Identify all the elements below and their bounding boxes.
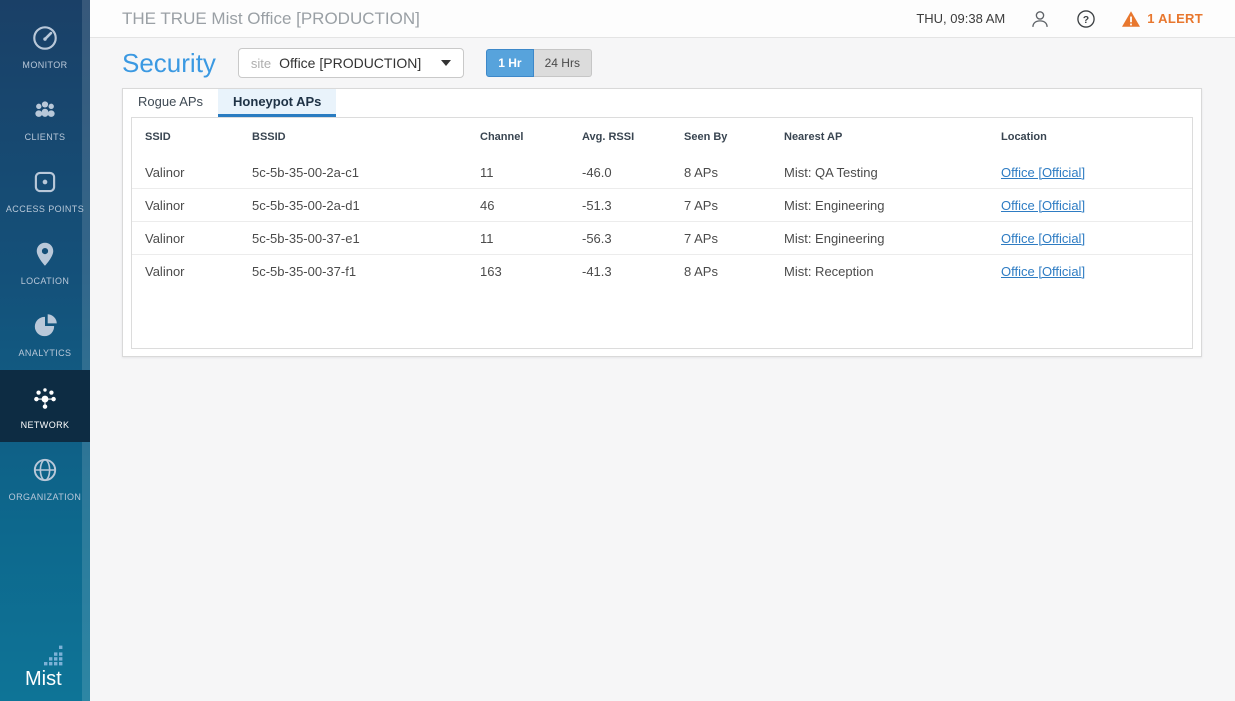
time-range-toggle: 1 Hr24 Hrs: [486, 49, 592, 77]
cell-seen_by: 7 APs: [684, 231, 784, 246]
cell-location: Office [Official]: [1001, 264, 1192, 279]
cell-channel: 11: [480, 231, 582, 246]
sidebar-item-location[interactable]: LOCATION: [0, 226, 90, 298]
location-icon: [30, 239, 60, 269]
alerts-button[interactable]: 1 ALERT: [1121, 10, 1203, 28]
alert-triangle-icon: [1121, 10, 1141, 28]
site-selector[interactable]: site Office [PRODUCTION]: [238, 48, 464, 78]
table-row: Valinor5c-5b-35-00-37-f1163-41.38 APsMis…: [132, 255, 1192, 288]
sidebar-item-label: NETWORK: [21, 420, 70, 430]
table-header-row: SSIDBSSIDChannelAvg. RSSISeen ByNearest …: [132, 118, 1192, 156]
cell-nearest_ap: Mist: QA Testing: [784, 165, 1001, 180]
mist-logo: Mist: [0, 645, 90, 691]
table-row: Valinor5c-5b-35-00-2a-c111-46.08 APsMist…: [132, 156, 1192, 189]
cell-ssid: Valinor: [145, 231, 252, 246]
cell-channel: 11: [480, 165, 582, 180]
tab-honeypot-aps[interactable]: Honeypot APs: [218, 89, 336, 117]
sidebar-item-label: ORGANIZATION: [9, 492, 82, 502]
app-root: MONITOR CLIENTS ACCESS POINTS LOCATION ANALY…: [0, 0, 1235, 701]
sidebar-item-analytics[interactable]: ANALYTICS: [0, 298, 90, 370]
user-account-button[interactable]: [1029, 8, 1051, 30]
column-header-bssid: BSSID: [252, 131, 480, 143]
sidebar-item-label: ACCESS POINTS: [6, 204, 84, 214]
cell-location: Office [Official]: [1001, 165, 1192, 180]
tab-bar: Rogue APsHoneypot APs: [123, 89, 1201, 117]
sidebar-item-label: LOCATION: [21, 276, 70, 286]
network-icon: [30, 383, 60, 413]
table-body: Valinor5c-5b-35-00-2a-c111-46.08 APsMist…: [132, 156, 1192, 288]
access-points-icon: [30, 167, 60, 197]
alert-count-label: 1 ALERT: [1147, 11, 1203, 26]
sidebar-item-label: CLIENTS: [25, 132, 66, 142]
cell-seen_by: 8 APs: [684, 165, 784, 180]
security-card: Rogue APsHoneypot APs SSIDBSSIDChannelAv…: [122, 88, 1202, 357]
cell-nearest_ap: Mist: Engineering: [784, 231, 1001, 246]
clock-text: THU, 09:38 AM: [916, 11, 1005, 26]
cell-bssid: 5c-5b-35-00-2a-c1: [252, 165, 480, 180]
organization-icon: [30, 455, 60, 485]
svg-text:?: ?: [1083, 14, 1089, 25]
sidebar-nav: MONITOR CLIENTS ACCESS POINTS LOCATION ANALY…: [0, 0, 90, 514]
cell-channel: 46: [480, 198, 582, 213]
column-header-seen-by: Seen By: [684, 131, 784, 143]
cell-ssid: Valinor: [145, 165, 252, 180]
sidebar-item-network[interactable]: NETWORK: [0, 370, 90, 442]
main-pane: THE TRUE Mist Office [PRODUCTION] THU, 0…: [90, 0, 1235, 701]
site-selector-prefix: site: [251, 56, 271, 71]
header-right: THU, 09:38 AM ?: [916, 8, 1203, 30]
sidebar-item-label: ANALYTICS: [19, 348, 72, 358]
column-header-avg-rssi: Avg. RSSI: [582, 131, 684, 143]
cell-location: Office [Official]: [1001, 198, 1192, 213]
sidebar-item-monitor[interactable]: MONITOR: [0, 10, 90, 82]
page-title: Security: [122, 48, 216, 79]
site-selector-value: Office [PRODUCTION]: [279, 55, 421, 71]
sidebar-item-organization[interactable]: ORGANIZATION: [0, 442, 90, 514]
cell-nearest_ap: Mist: Reception: [784, 264, 1001, 279]
page-toolbar: Security site Office [PRODUCTION] 1 Hr24…: [90, 38, 1235, 88]
location-link[interactable]: Office [Official]: [1001, 165, 1085, 180]
cell-location: Office [Official]: [1001, 231, 1192, 246]
column-header-ssid: SSID: [145, 131, 252, 143]
mist-logo-text: Mist: [25, 668, 62, 690]
cell-seen_by: 8 APs: [684, 264, 784, 279]
range-button-24-hrs[interactable]: 24 Hrs: [534, 49, 592, 77]
cell-ssid: Valinor: [145, 198, 252, 213]
cell-bssid: 5c-5b-35-00-37-f1: [252, 264, 480, 279]
column-header-nearest-ap: Nearest AP: [784, 131, 1001, 143]
clients-icon: [30, 95, 60, 125]
table-row: Valinor5c-5b-35-00-37-e111-56.37 APsMist…: [132, 222, 1192, 255]
monitor-icon: [30, 23, 60, 53]
cell-avg_rssi: -46.0: [582, 165, 684, 180]
cell-nearest_ap: Mist: Engineering: [784, 198, 1001, 213]
top-header: THE TRUE Mist Office [PRODUCTION] THU, 0…: [90, 0, 1235, 38]
location-link[interactable]: Office [Official]: [1001, 198, 1085, 213]
cell-channel: 163: [480, 264, 582, 279]
cell-avg_rssi: -41.3: [582, 264, 684, 279]
mist-logo-dots: [44, 646, 62, 666]
column-header-channel: Channel: [480, 131, 582, 143]
table-row: Valinor5c-5b-35-00-2a-d146-51.37 APsMist…: [132, 189, 1192, 222]
sidebar-item-label: MONITOR: [22, 60, 67, 70]
sidebar-item-access-points[interactable]: ACCESS POINTS: [0, 154, 90, 226]
cell-ssid: Valinor: [145, 264, 252, 279]
cell-avg_rssi: -51.3: [582, 198, 684, 213]
honeypot-table: SSIDBSSIDChannelAvg. RSSISeen ByNearest …: [131, 117, 1193, 349]
location-link[interactable]: Office [Official]: [1001, 264, 1085, 279]
cell-bssid: 5c-5b-35-00-2a-d1: [252, 198, 480, 213]
analytics-icon: [30, 311, 60, 341]
sidebar: MONITOR CLIENTS ACCESS POINTS LOCATION ANALY…: [0, 0, 90, 701]
cell-seen_by: 7 APs: [684, 198, 784, 213]
column-header-location: Location: [1001, 131, 1192, 143]
person-icon: [1029, 8, 1051, 30]
cell-bssid: 5c-5b-35-00-37-e1: [252, 231, 480, 246]
sidebar-item-clients[interactable]: CLIENTS: [0, 82, 90, 154]
chevron-down-icon: [441, 60, 451, 66]
cell-avg_rssi: -56.3: [582, 231, 684, 246]
org-title: THE TRUE Mist Office [PRODUCTION]: [122, 9, 420, 29]
tab-rogue-aps[interactable]: Rogue APs: [123, 89, 218, 117]
range-button-1-hr[interactable]: 1 Hr: [486, 49, 533, 77]
help-button[interactable]: ?: [1075, 8, 1097, 30]
location-link[interactable]: Office [Official]: [1001, 231, 1085, 246]
help-icon: ?: [1075, 8, 1097, 30]
